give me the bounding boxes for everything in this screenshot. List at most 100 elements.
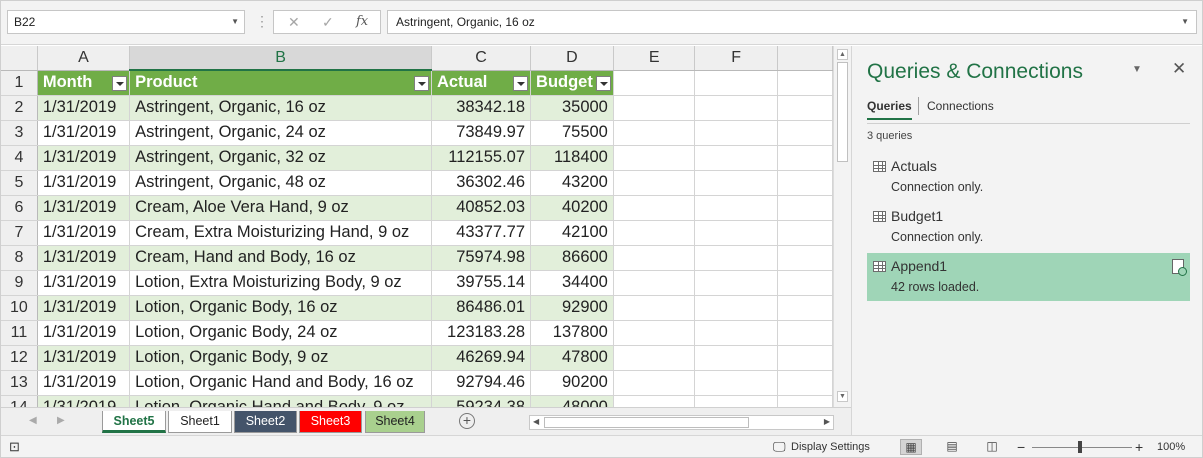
insert-function-icon[interactable]: fx <box>356 14 368 29</box>
query-item-actuals[interactable]: Actuals Connection only. <box>867 153 1190 201</box>
display-settings-icon[interactable]: 🖵 <box>773 439 786 455</box>
empty-cell[interactable] <box>613 345 696 371</box>
cell-month[interactable]: 1/31/2019 <box>37 145 131 171</box>
row-header[interactable]: 12 <box>1 345 38 371</box>
empty-cell[interactable] <box>694 270 778 296</box>
vertical-scrollbar[interactable]: ▲ ▼ <box>833 46 851 407</box>
cell-actual[interactable]: 43377.77 <box>431 220 532 246</box>
empty-cell[interactable] <box>694 345 778 371</box>
empty-cell[interactable] <box>694 395 778 407</box>
normal-view-icon[interactable]: ▦ <box>900 439 922 455</box>
cell-month[interactable]: 1/31/2019 <box>37 120 131 146</box>
enter-icon[interactable]: ✓ <box>322 14 334 31</box>
empty-cell[interactable] <box>613 370 696 396</box>
cell-budget[interactable]: 47800 <box>530 345 614 371</box>
sheet-tab-sheet1[interactable]: Sheet1 <box>168 411 232 433</box>
sheet-tab-sheet3[interactable]: Sheet3 <box>299 411 362 433</box>
column-header-b[interactable]: B <box>129 46 432 71</box>
cell-actual[interactable]: 38342.18 <box>431 95 532 121</box>
cell-product[interactable]: Astringent, Organic, 48 oz <box>129 170 432 196</box>
empty-cell[interactable] <box>694 320 778 346</box>
empty-cell[interactable] <box>613 320 696 346</box>
query-item-append1[interactable]: Append1 42 rows loaded. <box>867 253 1190 301</box>
row-header[interactable]: 4 <box>1 145 38 171</box>
macro-record-icon[interactable]: ⊡ <box>9 439 20 455</box>
empty-cell[interactable] <box>694 370 778 396</box>
worksheet-grid[interactable]: A B C D E F 1 Month Product Actual Budge… <box>1 46 833 407</box>
cell-product[interactable]: Lotion, Organic Body, 24 oz <box>129 320 432 346</box>
cell-product[interactable]: Lotion, Organic Hand and Body, 9 oz <box>129 395 432 407</box>
empty-cell[interactable] <box>777 120 833 146</box>
column-header-a[interactable]: A <box>37 46 131 71</box>
empty-cell[interactable] <box>613 245 696 271</box>
empty-cell[interactable] <box>613 220 696 246</box>
close-icon[interactable]: ✕ <box>1172 59 1186 79</box>
column-header-c[interactable]: C <box>431 46 532 71</box>
cell-actual[interactable]: 92794.46 <box>431 370 532 396</box>
query-item-budget1[interactable]: Budget1 Connection only. <box>867 203 1190 251</box>
empty-cell[interactable] <box>694 70 778 96</box>
empty-cell[interactable] <box>613 70 696 96</box>
cell-actual[interactable]: 39755.14 <box>431 270 532 296</box>
row-header[interactable]: 10 <box>1 295 38 321</box>
empty-cell[interactable] <box>613 95 696 121</box>
zoom-slider[interactable] <box>1032 447 1132 448</box>
column-header-e[interactable]: E <box>613 46 696 71</box>
cell-budget[interactable]: 34400 <box>530 270 614 296</box>
filter-dropdown-icon[interactable] <box>513 75 529 91</box>
cell-product[interactable]: Astringent, Organic, 24 oz <box>129 120 432 146</box>
empty-cell[interactable] <box>777 295 833 321</box>
cell-actual[interactable]: 86486.01 <box>431 295 532 321</box>
empty-cell[interactable] <box>777 370 833 396</box>
cell-product[interactable]: Cream, Aloe Vera Hand, 9 oz <box>129 195 432 221</box>
scroll-right-icon[interactable]: ▶ <box>824 417 830 426</box>
cell-product[interactable]: Astringent, Organic, 16 oz <box>129 95 432 121</box>
empty-cell[interactable] <box>613 195 696 221</box>
empty-cell[interactable] <box>694 95 778 121</box>
cell-product[interactable]: Cream, Hand and Body, 16 oz <box>129 245 432 271</box>
cell-product[interactable]: Lotion, Organic Body, 9 oz <box>129 345 432 371</box>
drag-handle-icon[interactable]: ⋮ <box>255 13 269 30</box>
row-header[interactable]: 3 <box>1 120 38 146</box>
empty-cell[interactable] <box>777 395 833 407</box>
cell-actual[interactable]: 112155.07 <box>431 145 532 171</box>
empty-cell[interactable] <box>694 295 778 321</box>
cell-actual[interactable]: 73849.97 <box>431 120 532 146</box>
vertical-scroll-thumb[interactable] <box>837 62 848 162</box>
empty-cell[interactable] <box>694 145 778 171</box>
scroll-up-icon[interactable]: ▲ <box>837 49 848 60</box>
row-header[interactable]: 7 <box>1 220 38 246</box>
empty-cell[interactable] <box>613 295 696 321</box>
cell-month[interactable]: 1/31/2019 <box>37 295 131 321</box>
cell-month[interactable]: 1/31/2019 <box>37 195 131 221</box>
row-header[interactable]: 13 <box>1 370 38 396</box>
table-header-actual[interactable]: Actual <box>431 70 532 96</box>
tab-connections[interactable]: Connections <box>927 99 994 113</box>
cell-actual[interactable]: 46269.94 <box>431 345 532 371</box>
empty-cell[interactable] <box>777 220 833 246</box>
empty-cell[interactable] <box>694 195 778 221</box>
cell-month[interactable]: 1/31/2019 <box>37 170 131 196</box>
row-header[interactable]: 5 <box>1 170 38 196</box>
empty-cell[interactable] <box>613 145 696 171</box>
zoom-out-button[interactable]: − <box>1017 439 1025 455</box>
empty-cell[interactable] <box>694 120 778 146</box>
filter-dropdown-icon[interactable] <box>595 75 611 91</box>
empty-cell[interactable] <box>777 245 833 271</box>
cell-budget[interactable]: 48000 <box>530 395 614 407</box>
cancel-icon[interactable]: ✕ <box>288 14 300 31</box>
sheet-tab-sheet5[interactable]: Sheet5 <box>102 411 166 433</box>
scroll-down-icon[interactable]: ▼ <box>837 391 848 402</box>
empty-cell[interactable] <box>777 345 833 371</box>
empty-cell[interactable] <box>777 145 833 171</box>
chevron-down-icon[interactable]: ▼ <box>231 11 239 33</box>
cell-budget[interactable]: 42100 <box>530 220 614 246</box>
page-break-view-icon[interactable]: ◫ <box>981 439 1003 455</box>
row-header[interactable]: 9 <box>1 270 38 296</box>
cell-budget[interactable]: 43200 <box>530 170 614 196</box>
empty-cell[interactable] <box>694 245 778 271</box>
cell-month[interactable]: 1/31/2019 <box>37 395 131 407</box>
page-layout-view-icon[interactable]: ▤ <box>941 439 963 455</box>
empty-cell[interactable] <box>613 395 696 407</box>
tab-scroll-left-icon[interactable]: ◀ <box>29 415 37 426</box>
